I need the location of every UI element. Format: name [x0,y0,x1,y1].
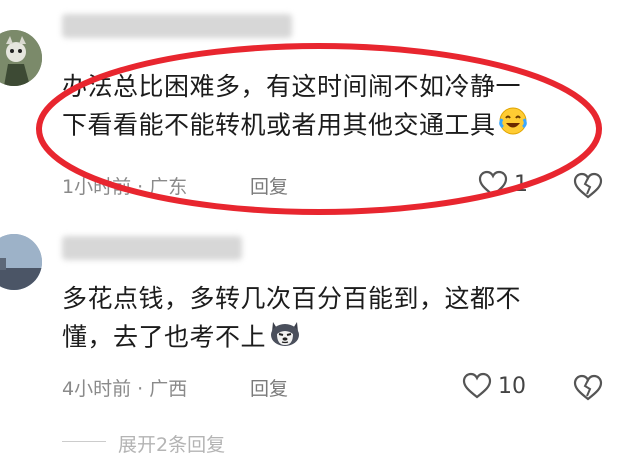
comment-item: 办法总比困难多，有这时间闹不如冷静一 下看看能不能转机或者用其他交通工具 1小时… [0,0,640,210]
comment-item: 多花点钱，多转几次百分百能到，这都不 懂，去了也考不上 4小时前 · 广西 回复… [0,222,640,422]
broken-heart-icon [573,374,603,401]
reply-button[interactable]: 回复 [250,172,288,199]
expand-replies-button[interactable]: 展开2条回复 [118,430,225,457]
heart-icon [478,170,508,197]
like-button[interactable]: 1 [478,170,528,198]
dislike-button[interactable] [572,172,604,204]
comment-text-line: 懂，去了也考不上 [62,318,582,359]
like-count: 1 [514,171,528,197]
username-blurred[interactable] [62,236,242,260]
like-count: 10 [498,373,526,399]
husky-dog-emoji-icon [268,318,302,359]
comment-text-line: 下看看能不能转机或者用其他交通工具 [62,106,607,147]
comment-text-line: 多花点钱，多转几次百分百能到，这都不 [62,284,522,313]
dislike-button[interactable] [572,374,604,406]
heart-icon [462,372,492,399]
username-blurred[interactable] [62,14,292,38]
crying-laughing-emoji-icon [498,106,528,147]
avatar[interactable] [0,234,42,290]
like-button[interactable]: 10 [462,372,526,400]
comment-meta: 1小时前 · 广东 [62,176,188,198]
avatar[interactable] [0,30,42,86]
reply-button[interactable]: 回复 [250,374,288,401]
comment-text-line: 办法总比困难多，有这时间闹不如冷静一 [62,72,522,101]
comment-text: 多花点钱，多转几次百分百能到，这都不 懂，去了也考不上 [62,280,582,359]
broken-heart-icon [573,172,603,199]
comment-text: 办法总比困难多，有这时间闹不如冷静一 下看看能不能转机或者用其他交通工具 [62,68,607,147]
comment-meta: 4小时前 · 广西 [62,378,188,400]
